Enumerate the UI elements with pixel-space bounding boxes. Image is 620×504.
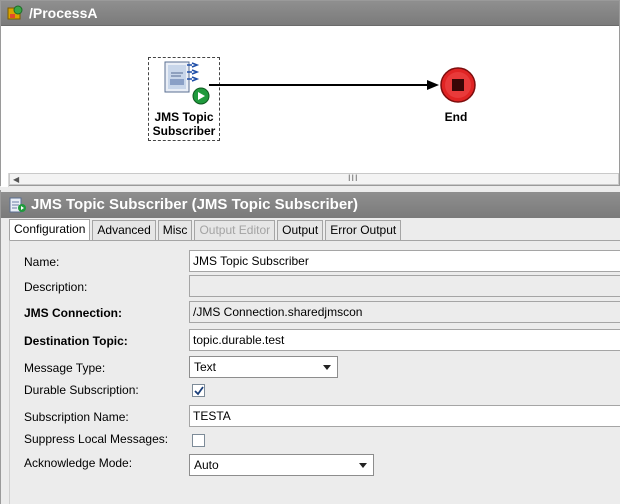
activity-editor-panel: JMS Topic Subscriber (JMS Topic Subscrib…: [0, 190, 620, 504]
editor-title: JMS Topic Subscriber (JMS Topic Subscrib…: [31, 196, 359, 213]
scroll-left-arrow-icon[interactable]: ◀: [13, 175, 19, 184]
editor-tabs: Configuration Advanced Misc Output Edito…: [9, 219, 403, 240]
horizontal-scrollbar[interactable]: ◀ III: [9, 173, 619, 185]
jms-subscriber-label-line1: JMS Topic: [154, 110, 214, 124]
jms-subscriber-label-line2: Subscriber: [152, 124, 216, 138]
name-field[interactable]: JMS Topic Subscriber: [189, 250, 620, 272]
process-title: /ProcessA: [29, 5, 98, 21]
end-label: End: [444, 110, 468, 124]
process-title-bar: /ProcessA: [1, 1, 619, 26]
destination-topic-field[interactable]: topic.durable.test: [189, 329, 620, 351]
process-panel: /ProcessA JMS Topic Subscriber End ◀ III: [0, 0, 620, 187]
end-icon[interactable]: [439, 66, 477, 104]
name-label: Name:: [24, 255, 60, 269]
jms-connection-label: JMS Connection:: [24, 306, 122, 320]
suppress-local-messages-checkbox[interactable]: [192, 434, 205, 447]
tab-output[interactable]: Output: [277, 220, 324, 240]
process-icon: [7, 5, 23, 20]
checkmark-icon: [194, 386, 204, 396]
process-canvas[interactable]: [1, 27, 619, 173]
jms-subscriber-icon[interactable]: [161, 59, 211, 107]
suppress-local-messages-label: Suppress Local Messages:: [24, 432, 169, 446]
subscription-name-label: Subscription Name:: [24, 410, 129, 424]
configuration-form: Name: JMS Topic Subscriber Description: …: [9, 240, 620, 504]
tab-misc[interactable]: Misc: [157, 220, 193, 240]
tab-error-output[interactable]: Error Output: [325, 220, 402, 240]
message-type-select[interactable]: Text: [189, 356, 338, 378]
message-type-label: Message Type:: [24, 361, 106, 375]
activity-editor-icon: [9, 197, 26, 213]
chevron-down-icon[interactable]: [359, 463, 367, 468]
scrollbar-grip[interactable]: III: [348, 173, 359, 183]
jms-subscriber-label: JMS Topic Subscriber: [148, 110, 220, 138]
acknowledge-mode-value: Auto: [194, 458, 219, 472]
tab-configuration[interactable]: Configuration: [9, 219, 91, 240]
transition-arrow[interactable]: [209, 77, 441, 93]
chevron-down-icon[interactable]: [323, 365, 331, 370]
destination-topic-label: Destination Topic:: [24, 334, 128, 348]
editor-title-bar: JMS Topic Subscriber (JMS Topic Subscrib…: [1, 192, 620, 218]
description-field[interactable]: [189, 275, 620, 297]
description-label: Description:: [24, 280, 88, 294]
tab-advanced[interactable]: Advanced: [92, 220, 156, 240]
durable-subscription-checkbox[interactable]: [192, 384, 205, 397]
jms-connection-field[interactable]: /JMS Connection.sharedjmscon: [189, 301, 620, 323]
durable-subscription-label: Durable Subscription:: [24, 383, 139, 397]
message-type-value: Text: [194, 360, 217, 374]
tab-output-editor: Output Editor: [194, 220, 276, 240]
acknowledge-mode-select[interactable]: Auto: [189, 454, 374, 476]
acknowledge-mode-label: Acknowledge Mode:: [24, 456, 133, 470]
subscription-name-field[interactable]: TESTA: [189, 405, 620, 427]
